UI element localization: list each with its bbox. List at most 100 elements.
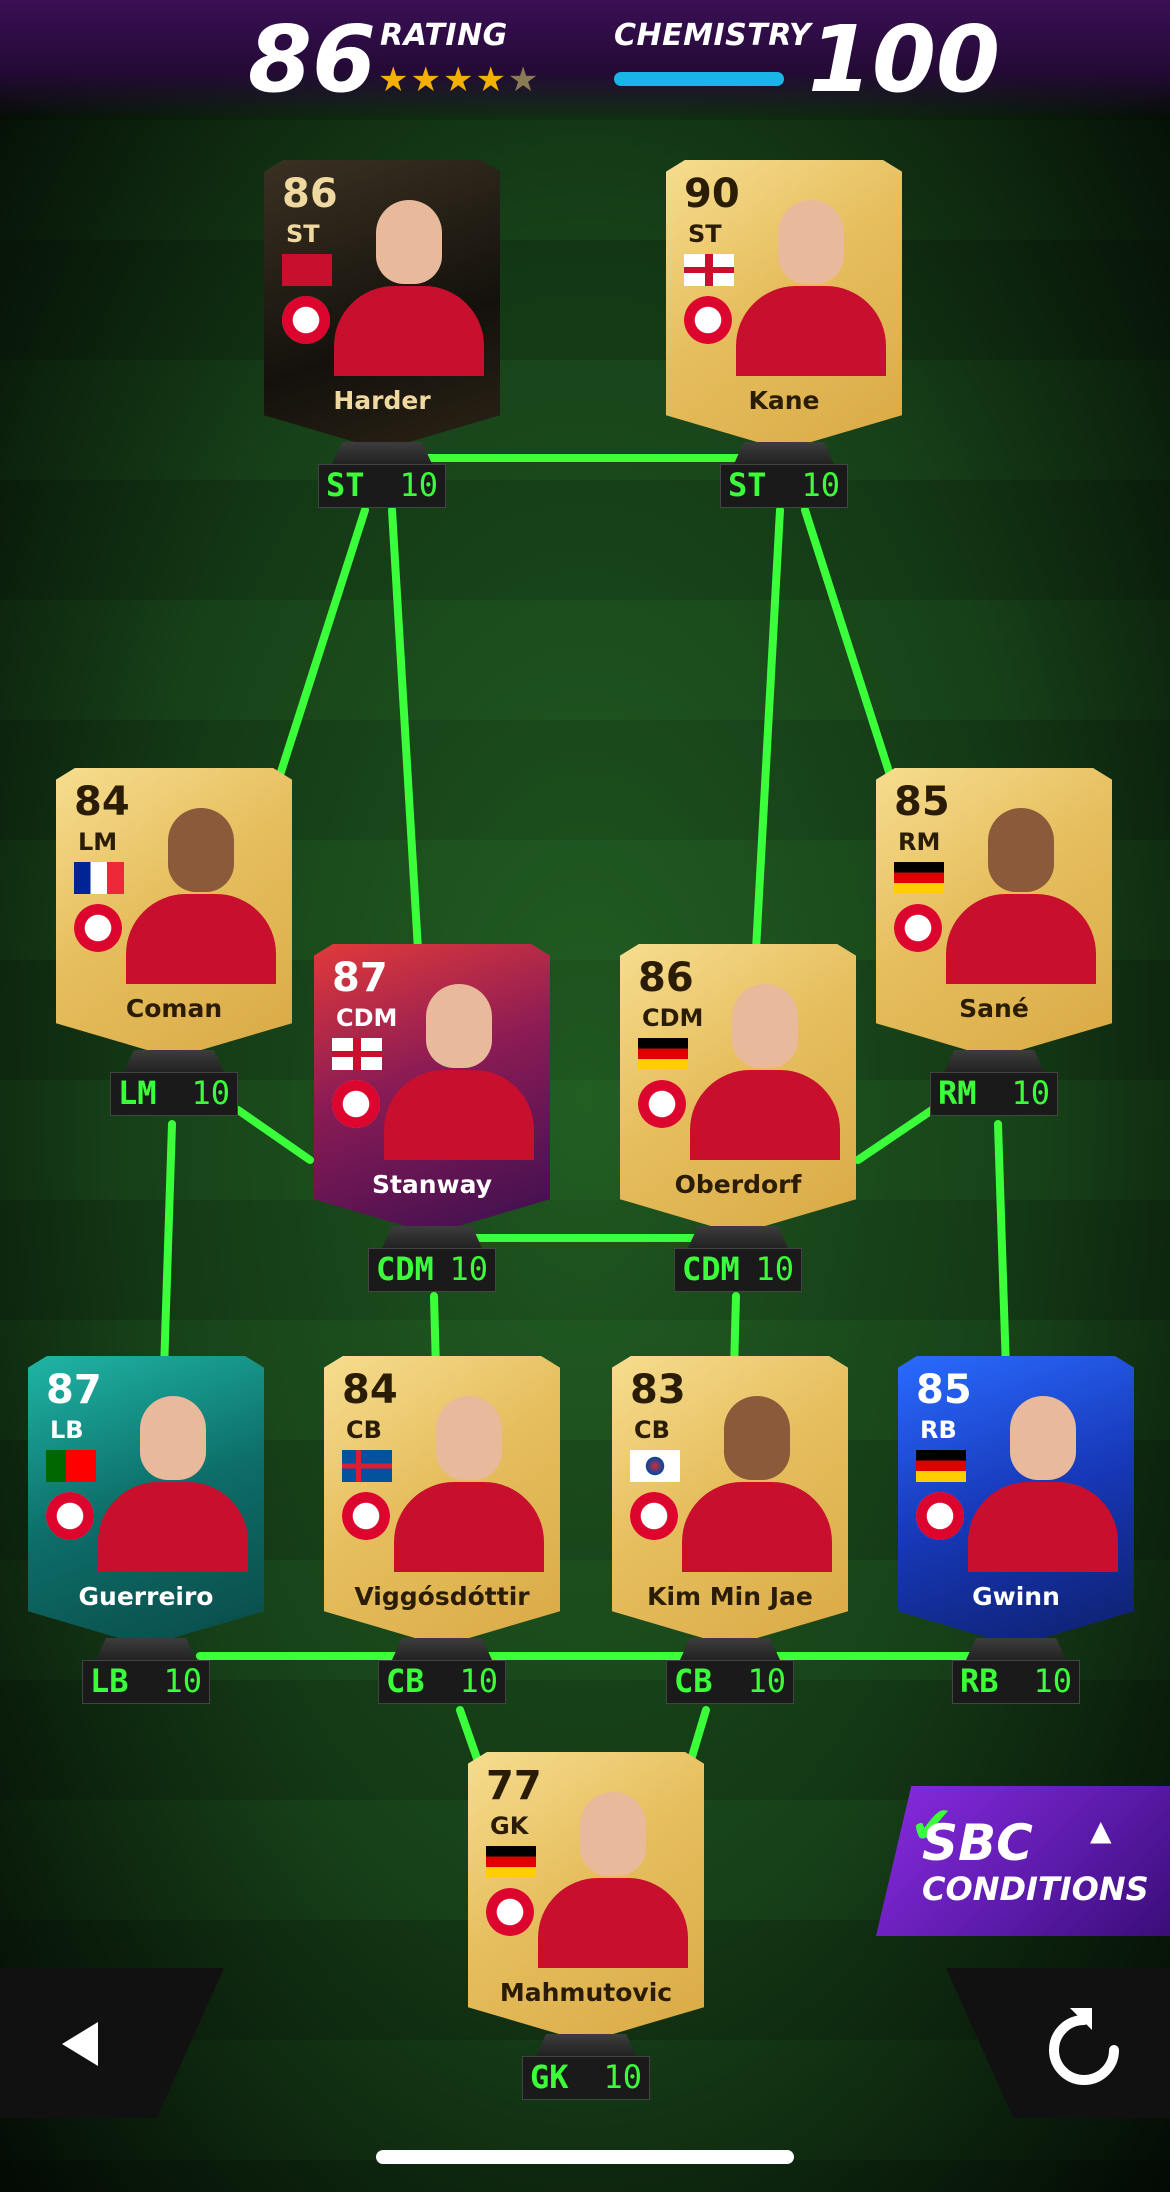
player-photo (538, 1782, 688, 1968)
sbc-label: SBC (922, 1814, 1033, 1872)
club-badge-icon (894, 904, 942, 952)
player-name: Guerreiro (78, 1582, 214, 1611)
slot-top (680, 1638, 780, 1660)
slot-position: ST (728, 466, 767, 504)
flag-england-icon (332, 1038, 382, 1070)
slot-top (382, 1226, 482, 1248)
slot-chemistry: 10 (191, 1074, 230, 1112)
club-badge-icon (638, 1080, 686, 1128)
player-name: Gwinn (972, 1582, 1060, 1611)
slot-top (536, 2034, 636, 2056)
player-name: Mahmutovic (499, 1978, 673, 2007)
player-position: ST (286, 220, 320, 248)
player-card-stanway[interactable]: 87 CDM Stanway (314, 944, 550, 1234)
player-photo (126, 798, 276, 984)
player-name: Kim Min Jae (647, 1582, 813, 1611)
player-rating: 86 (638, 955, 694, 1001)
position-slot-gwinn[interactable]: RB 10 (952, 1638, 1080, 1706)
slot-position: LM (118, 1074, 157, 1112)
player-name: Kane (748, 386, 820, 415)
player-photo (736, 190, 886, 376)
position-slot-viggosdottir[interactable]: CB 10 (378, 1638, 506, 1706)
player-position: CB (634, 1416, 670, 1444)
player-photo (384, 974, 534, 1160)
position-slot-guerreiro[interactable]: LB 10 (82, 1638, 210, 1706)
player-card-sane[interactable]: 85 RM Sané (876, 768, 1112, 1058)
position-slot-kimminjae[interactable]: CB 10 (666, 1638, 794, 1706)
slot-top (392, 1638, 492, 1660)
position-slot-coman[interactable]: LM 10 (110, 1050, 238, 1118)
slot-top (96, 1638, 196, 1660)
chemistry-bar (614, 72, 784, 86)
slot-chemistry: 10 (1011, 1074, 1050, 1112)
player-rating: 85 (894, 779, 950, 825)
player-photo (98, 1386, 248, 1572)
position-slot-harder[interactable]: ST 10 (318, 442, 446, 510)
position-slot-oberdorf[interactable]: CDM 10 (674, 1226, 802, 1294)
flag-portugal-icon (46, 1450, 96, 1482)
slot-chemistry: 10 (1033, 1662, 1072, 1700)
player-photo (682, 1386, 832, 1572)
player-card-guerreiro[interactable]: 87 LB Guerreiro (28, 1356, 264, 1646)
club-badge-icon (282, 296, 330, 344)
squad-header: 86 RATING ★★★★★ CHEMISTRY 100 (0, 0, 1170, 118)
player-position: ST (688, 220, 722, 248)
flag-iceland-icon (342, 1450, 392, 1482)
player-rating: 87 (46, 1367, 102, 1413)
player-name: Viggósdóttir (354, 1582, 530, 1611)
slot-top (124, 1050, 224, 1072)
position-slot-kane[interactable]: ST 10 (720, 442, 848, 510)
club-badge-icon (46, 1492, 94, 1540)
player-position: LB (50, 1416, 84, 1444)
player-rating: 83 (630, 1367, 686, 1413)
club-badge-icon (342, 1492, 390, 1540)
player-photo (690, 974, 840, 1160)
club-badge-icon (74, 904, 122, 952)
player-name: Oberdorf (674, 1170, 802, 1199)
player-rating: 87 (332, 955, 388, 1001)
position-slot-sane[interactable]: RM 10 (930, 1050, 1058, 1118)
flag-germany-icon (894, 862, 944, 894)
slot-position: RB (960, 1662, 999, 1700)
player-rating: 90 (684, 171, 740, 217)
sbc-conditions-button[interactable]: ✔ SBC ▲ CONDITIONS (876, 1786, 1170, 1936)
chemistry-label: CHEMISTRY (614, 18, 812, 53)
slot-top (966, 1638, 1066, 1660)
flag-germany-icon (638, 1038, 688, 1070)
squad-rating-label: RATING (380, 18, 508, 53)
player-photo (334, 190, 484, 376)
player-position: RM (898, 828, 941, 856)
slot-top (734, 442, 834, 464)
player-card-kimminjae[interactable]: 83 CB Kim Min Jae (612, 1356, 848, 1646)
slot-position: CDM (376, 1250, 434, 1288)
player-card-mahmutovic[interactable]: 77 GK Mahmutovic (468, 1752, 704, 2042)
player-card-oberdorf[interactable]: 86 CDM Oberdorf (620, 944, 856, 1234)
caret-up-icon: ▲ (1090, 1814, 1112, 1847)
club-badge-icon (486, 1888, 534, 1936)
player-card-harder[interactable]: 86 ST Harder (264, 160, 500, 450)
squad-rating-value: 86 (248, 6, 377, 113)
player-name: Sané (959, 994, 1029, 1023)
flag-england-icon (684, 254, 734, 286)
player-photo (946, 798, 1096, 984)
player-card-kane[interactable]: 90 ST Kane (666, 160, 902, 450)
flag-germany-icon (486, 1846, 536, 1878)
position-slot-mahmutovic[interactable]: GK 10 (522, 2034, 650, 2102)
chemistry-bar-fill (614, 72, 784, 86)
player-card-coman[interactable]: 84 LM Coman (56, 768, 292, 1058)
player-card-viggosdottir[interactable]: 84 CB Viggósdóttir (324, 1356, 560, 1646)
player-name: Stanway (371, 1170, 493, 1199)
conditions-label: CONDITIONS (922, 1870, 1149, 1908)
player-card-gwinn[interactable]: 85 RB Gwinn (898, 1356, 1134, 1646)
slot-chemistry: 10 (459, 1662, 498, 1700)
rating-stars: ★★★★★ (378, 60, 541, 100)
player-rating: 77 (486, 1763, 542, 1809)
slot-position: CDM (682, 1250, 740, 1288)
position-slot-stanway[interactable]: CDM 10 (368, 1226, 496, 1294)
player-position: RB (920, 1416, 957, 1444)
club-badge-icon (332, 1080, 380, 1128)
slot-chemistry: 10 (747, 1662, 786, 1700)
slot-position: CB (386, 1662, 425, 1700)
player-position: LM (78, 828, 118, 856)
club-badge-icon (684, 296, 732, 344)
